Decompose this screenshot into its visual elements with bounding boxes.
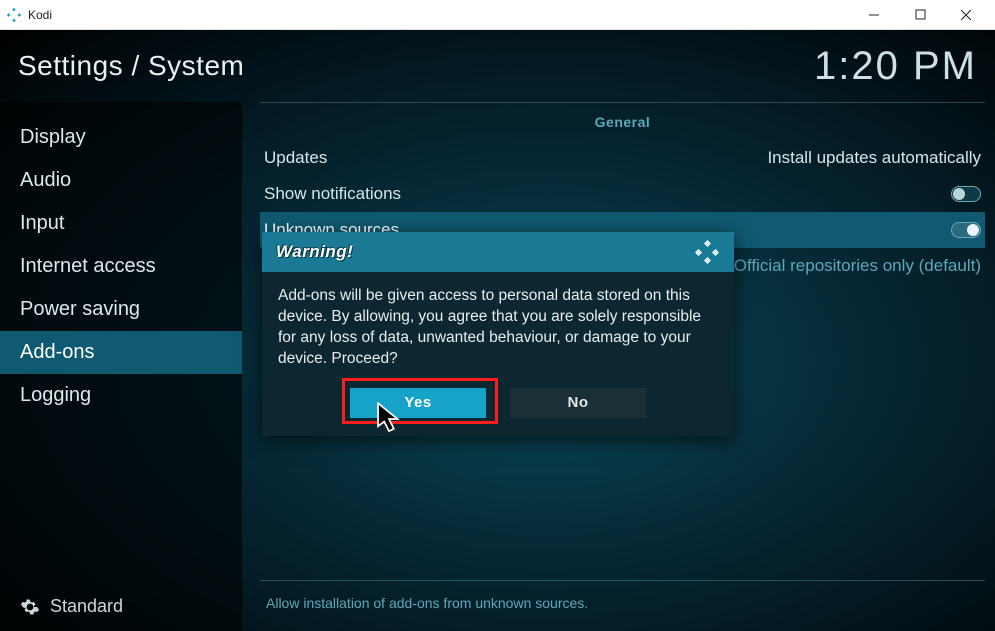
sidebar-item-logging[interactable]: Logging [0, 374, 242, 417]
window-maximize-button[interactable] [897, 0, 943, 30]
settings-level-toggle[interactable]: Standard [0, 582, 242, 631]
dialog-button-row: Yes No [262, 388, 734, 436]
sidebar-item-internet-access[interactable]: Internet access [0, 245, 242, 288]
dialog-no-button[interactable]: No [510, 388, 646, 418]
kodi-logo-icon [694, 239, 720, 265]
dialog-titlebar: Warning! [262, 232, 734, 272]
warning-dialog: Warning! Add-ons will be given access to… [262, 232, 734, 436]
settings-level-label: Standard [50, 596, 123, 617]
breadcrumb: Settings / System [18, 50, 244, 82]
sidebar-item-display[interactable]: Display [0, 116, 242, 159]
row-updates-value: Install updates automatically [767, 148, 981, 168]
row-show-notifications-label: Show notifications [264, 184, 401, 204]
row-updates[interactable]: Updates Install updates automatically [260, 140, 985, 176]
row-updates-label: Updates [264, 148, 327, 168]
sidebar-item-audio[interactable]: Audio [0, 159, 242, 202]
row-show-notifications[interactable]: Show notifications [260, 176, 985, 212]
settings-sidebar: Display Audio Input Internet access Powe… [0, 102, 242, 631]
dialog-yes-button[interactable]: Yes [350, 388, 486, 418]
window-close-button[interactable] [943, 0, 989, 30]
window-controls [851, 0, 989, 30]
toggle-show-notifications[interactable] [951, 186, 981, 202]
header-divider [260, 102, 985, 103]
app-header: Settings / System 1:20 PM [0, 30, 995, 102]
gear-icon [20, 597, 40, 617]
window-title: Kodi [28, 8, 52, 22]
toggle-knob [953, 188, 965, 200]
sidebar-item-input[interactable]: Input [0, 202, 242, 245]
window-minimize-button[interactable] [851, 0, 897, 30]
sidebar-nav: Display Audio Input Internet access Powe… [0, 102, 242, 417]
window-titlebar: Kodi [0, 0, 995, 30]
app-window: Settings / System 1:20 PM Display Audio … [0, 30, 995, 631]
dialog-body-text: Add-ons will be given access to personal… [262, 272, 734, 388]
sidebar-item-add-ons[interactable]: Add-ons [0, 331, 242, 374]
section-title-general: General [260, 110, 985, 140]
toggle-unknown-sources[interactable] [951, 222, 981, 238]
toggle-knob [967, 224, 979, 236]
footer-divider [260, 580, 985, 581]
sidebar-item-power-saving[interactable]: Power saving [0, 288, 242, 331]
dialog-title-text: Warning! [276, 242, 353, 262]
footer-help-text: Allow installation of add-ons from unkno… [266, 595, 985, 611]
kodi-logo-icon [6, 7, 22, 23]
clock: 1:20 PM [814, 44, 977, 89]
row-update-repos-value: Official repositories only (default) [734, 256, 981, 276]
